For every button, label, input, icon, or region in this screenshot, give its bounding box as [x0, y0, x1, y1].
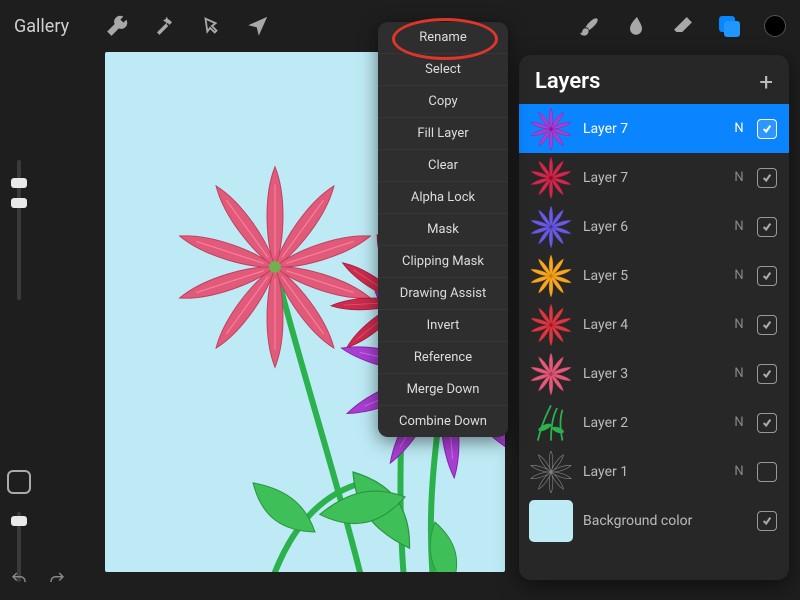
context-menu-item[interactable]: Rename [378, 22, 508, 54]
visibility-checkbox[interactable] [757, 168, 777, 188]
undo-icon[interactable] [10, 570, 28, 592]
blend-mode-button[interactable]: N [731, 415, 747, 430]
context-menu-item[interactable]: Merge Down [378, 374, 508, 406]
brush-size-slider[interactable] [17, 160, 21, 300]
blend-mode-button[interactable]: N [731, 366, 747, 381]
layer-name: Layer 7 [583, 170, 721, 186]
layer-name: Layer 6 [583, 219, 721, 235]
smudge-icon[interactable] [625, 15, 647, 37]
layer-name: Layer 4 [583, 317, 721, 333]
visibility-checkbox[interactable] [757, 462, 777, 482]
context-menu-item[interactable]: Invert [378, 310, 508, 342]
blend-mode-button[interactable]: N [731, 219, 747, 234]
layer-row[interactable]: Layer 2 N [519, 398, 789, 447]
layer-row[interactable]: Layer 1 N [519, 447, 789, 496]
layer-name: Layer 5 [583, 268, 721, 284]
context-menu-item[interactable]: Reference [378, 342, 508, 374]
wrench-icon[interactable] [106, 15, 128, 37]
layers-panel-title: Layers [535, 69, 600, 94]
blend-mode-button[interactable]: N [731, 268, 747, 283]
layer-thumbnail [529, 353, 573, 395]
layer-row[interactable]: Layer 4 N [519, 300, 789, 349]
blend-mode-button[interactable]: N [731, 464, 747, 479]
background-label: Background color [583, 513, 721, 529]
blend-mode-button[interactable]: N [731, 317, 747, 332]
context-menu-item[interactable]: Alpha Lock [378, 182, 508, 214]
context-menu-item[interactable]: Drawing Assist [378, 278, 508, 310]
blend-mode-button[interactable]: N [731, 121, 747, 136]
layer-thumbnail [529, 402, 573, 444]
visibility-checkbox[interactable] [757, 511, 777, 531]
layer-thumbnail [529, 108, 573, 150]
layer-name: Layer 7 [583, 121, 721, 137]
visibility-checkbox[interactable] [757, 413, 777, 433]
context-menu-item[interactable]: Select [378, 54, 508, 86]
left-sidebar [6, 160, 32, 582]
blend-mode-button[interactable]: N [731, 170, 747, 185]
layer-thumbnail [529, 451, 573, 493]
selection-icon[interactable] [200, 15, 222, 37]
background-swatch [529, 500, 573, 542]
layer-thumbnail [529, 255, 573, 297]
visibility-checkbox[interactable] [757, 119, 777, 139]
background-layer-row[interactable]: Background color [519, 496, 789, 545]
visibility-checkbox[interactable] [757, 364, 777, 384]
layer-name: Layer 1 [583, 464, 721, 480]
context-menu-item[interactable]: Clear [378, 150, 508, 182]
context-menu-item[interactable]: Fill Layer [378, 118, 508, 150]
layer-row[interactable]: Layer 3 N [519, 349, 789, 398]
modify-square-icon[interactable] [7, 470, 31, 494]
layer-name: Layer 3 [583, 366, 721, 382]
wand-icon[interactable] [153, 15, 175, 37]
layers-panel: Layers + Layer 7 N Layer 7 N Layer 6 N [519, 55, 789, 580]
visibility-checkbox[interactable] [757, 266, 777, 286]
color-chip[interactable] [764, 15, 786, 37]
add-layer-button[interactable]: + [759, 70, 773, 94]
eraser-icon[interactable] [672, 15, 694, 37]
layer-context-menu: RenameSelectCopyFill LayerClearAlpha Loc… [378, 22, 508, 437]
layer-row[interactable]: Layer 5 N [519, 251, 789, 300]
brush-icon[interactable] [578, 15, 600, 37]
layer-thumbnail [529, 206, 573, 248]
context-menu-item[interactable]: Copy [378, 86, 508, 118]
layers-icon[interactable] [719, 16, 739, 36]
layer-thumbnail [529, 304, 573, 346]
visibility-checkbox[interactable] [757, 217, 777, 237]
move-icon[interactable] [247, 15, 269, 37]
layer-thumbnail [529, 157, 573, 199]
gallery-button[interactable]: Gallery [14, 16, 69, 37]
redo-icon[interactable] [48, 570, 66, 592]
layer-row[interactable]: Layer 7 N [519, 153, 789, 202]
visibility-checkbox[interactable] [757, 315, 777, 335]
layer-row[interactable]: Layer 7 N [519, 104, 789, 153]
context-menu-item[interactable]: Mask [378, 214, 508, 246]
layer-row[interactable]: Layer 6 N [519, 202, 789, 251]
layer-name: Layer 2 [583, 415, 721, 431]
context-menu-item[interactable]: Combine Down [378, 406, 508, 437]
context-menu-item[interactable]: Clipping Mask [378, 246, 508, 278]
